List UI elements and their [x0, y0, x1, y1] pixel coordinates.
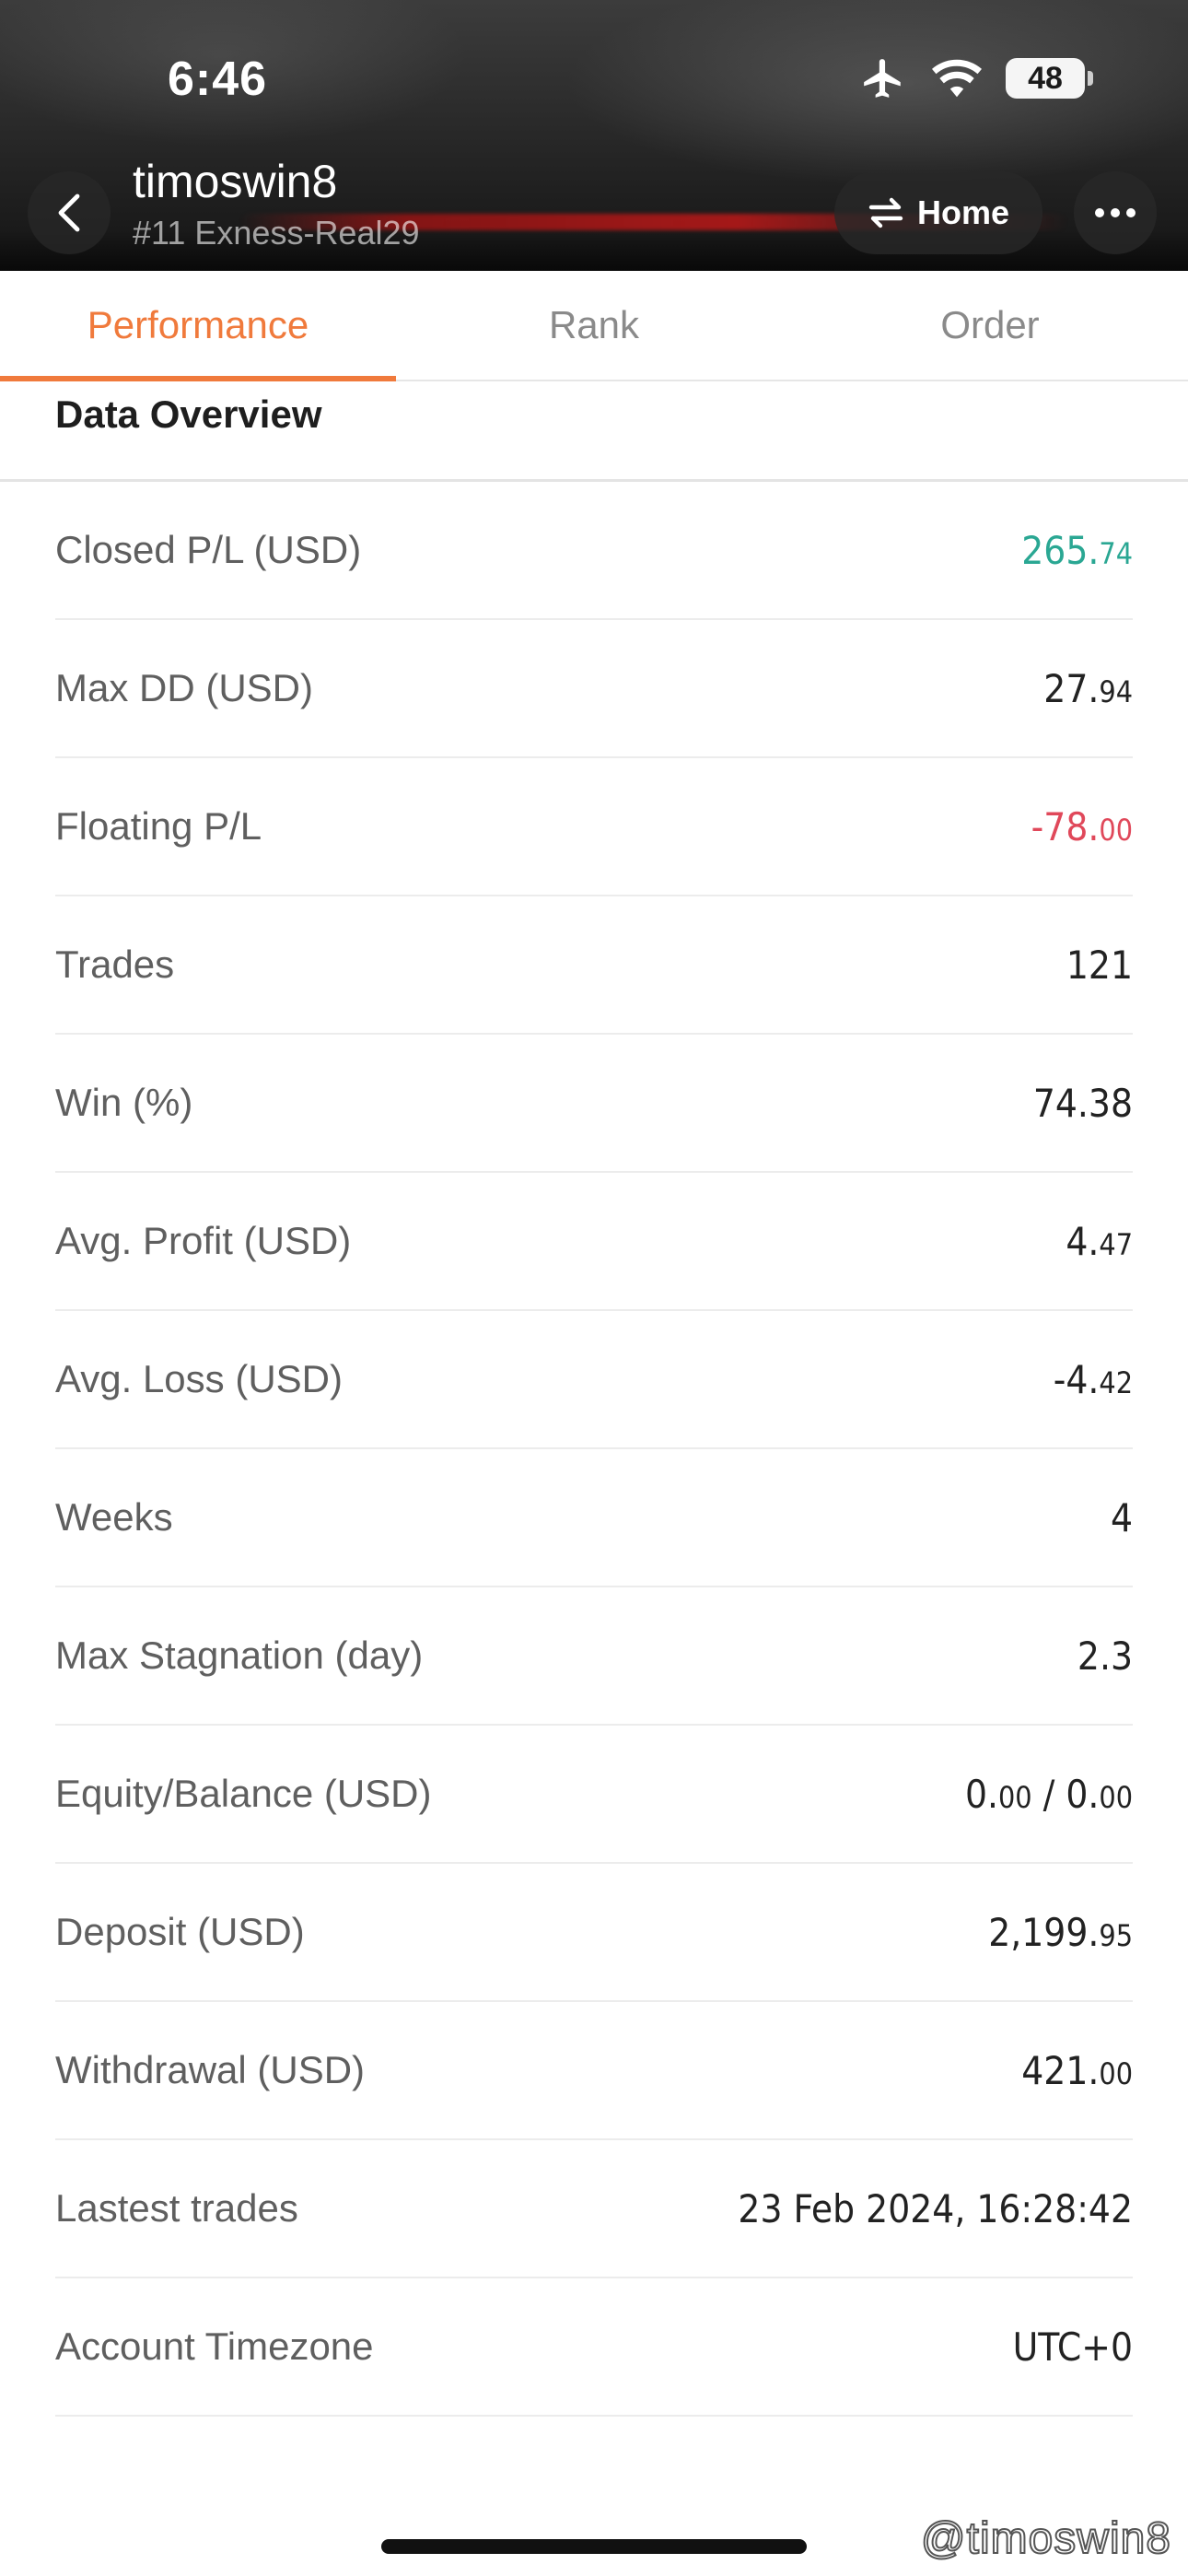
row-max-dd: Max DD (USD) 27.94	[55, 620, 1133, 758]
account-name: timoswin8	[133, 156, 338, 207]
row-account-timezone: Account Timezone UTC+0	[55, 2278, 1133, 2417]
row-label: Deposit (USD)	[55, 1910, 305, 1953]
row-value: 2,199.95	[988, 1909, 1133, 1955]
battery-icon: 48	[1006, 58, 1093, 99]
home-indicator	[381, 2539, 807, 2554]
chevron-left-icon	[58, 193, 80, 232]
row-value: 2.3	[1077, 1633, 1133, 1679]
swap-arrows-icon	[868, 197, 903, 228]
row-avg-loss: Avg. Loss (USD) -4.42	[55, 1311, 1133, 1449]
section-title: Data Overview	[55, 392, 322, 436]
row-value: 4.47	[1066, 1218, 1133, 1264]
row-label: Win (%)	[55, 1081, 193, 1124]
row-value: UTC+0	[1012, 2324, 1133, 2370]
tab-rank[interactable]: Rank	[396, 271, 792, 380]
row-value: 27.94	[1043, 665, 1133, 711]
row-withdrawal: Withdrawal (USD) 421.00	[55, 2002, 1133, 2140]
row-value: -78.00	[1031, 803, 1133, 849]
row-avg-profit: Avg. Profit (USD) 4.47	[55, 1173, 1133, 1311]
row-label: Max DD (USD)	[55, 666, 313, 709]
data-overview-list: Closed P/L (USD) 265.74 Max DD (USD) 27.…	[55, 482, 1133, 2417]
row-label: Weeks	[55, 1495, 173, 1539]
row-trades: Trades 121	[55, 896, 1133, 1035]
row-label: Closed P/L (USD)	[55, 528, 362, 571]
row-value: -4.42	[1053, 1356, 1133, 1402]
row-value: 74.38	[1032, 1080, 1133, 1126]
row-win-percent: Win (%) 74.38	[55, 1035, 1133, 1173]
row-value: 4	[1110, 1494, 1133, 1540]
row-value: 0.00 / 0.00	[964, 1771, 1133, 1817]
row-value: 265.74	[1021, 527, 1133, 573]
row-floating-pl: Floating P/L -78.00	[55, 758, 1133, 896]
wifi-icon	[932, 55, 982, 101]
row-value: 121	[1066, 942, 1133, 988]
row-label: Withdrawal (USD)	[55, 2048, 366, 2091]
row-label: Equity/Balance (USD)	[55, 1772, 432, 1815]
row-value: 421.00	[1021, 2047, 1133, 2093]
account-server: #11 Exness-Real29	[133, 214, 420, 252]
ellipsis-icon	[1095, 208, 1136, 217]
tab-bar: Performance Rank Order	[0, 271, 1188, 381]
row-value: 23 Feb 2024, 16:28:42	[738, 2185, 1133, 2231]
battery-cap	[1088, 71, 1093, 86]
home-button[interactable]: Home	[834, 171, 1042, 254]
row-label: Avg. Loss (USD)	[55, 1357, 343, 1400]
watermark: @timoswin8	[920, 2513, 1171, 2564]
status-bar-icons: 48	[858, 55, 1093, 101]
tab-order[interactable]: Order	[792, 271, 1188, 380]
account-header: 6:46 48 timoswin8 #11 Exness-Real29 Home	[0, 0, 1188, 271]
more-options-button[interactable]	[1074, 171, 1157, 254]
row-max-stagnation: Max Stagnation (day) 2.3	[55, 1587, 1133, 1726]
row-weeks: Weeks 4	[55, 1449, 1133, 1587]
app-screen: 6:46 48 timoswin8 #11 Exness-Real29 Home	[0, 0, 1188, 2576]
status-bar-time: 6:46	[168, 53, 268, 106]
row-label: Account Timezone	[55, 2324, 374, 2368]
tab-performance[interactable]: Performance	[0, 271, 396, 381]
home-button-label: Home	[916, 193, 1010, 231]
row-label: Avg. Profit (USD)	[55, 1219, 352, 1262]
row-equity-balance: Equity/Balance (USD) 0.00 / 0.00	[55, 1726, 1133, 1864]
back-button[interactable]	[28, 171, 111, 254]
airplane-icon	[858, 55, 908, 101]
row-closed-pl: Closed P/L (USD) 265.74	[55, 482, 1133, 620]
row-label: Floating P/L	[55, 804, 262, 848]
row-label: Trades	[55, 943, 175, 986]
row-deposit: Deposit (USD) 2,199.95	[55, 1864, 1133, 2002]
row-label: Max Stagnation (day)	[55, 1633, 424, 1677]
row-latest-trades: Lastest trades 23 Feb 2024, 16:28:42	[55, 2140, 1133, 2278]
battery-percent: 48	[1028, 60, 1063, 96]
row-label: Lastest trades	[55, 2186, 298, 2230]
